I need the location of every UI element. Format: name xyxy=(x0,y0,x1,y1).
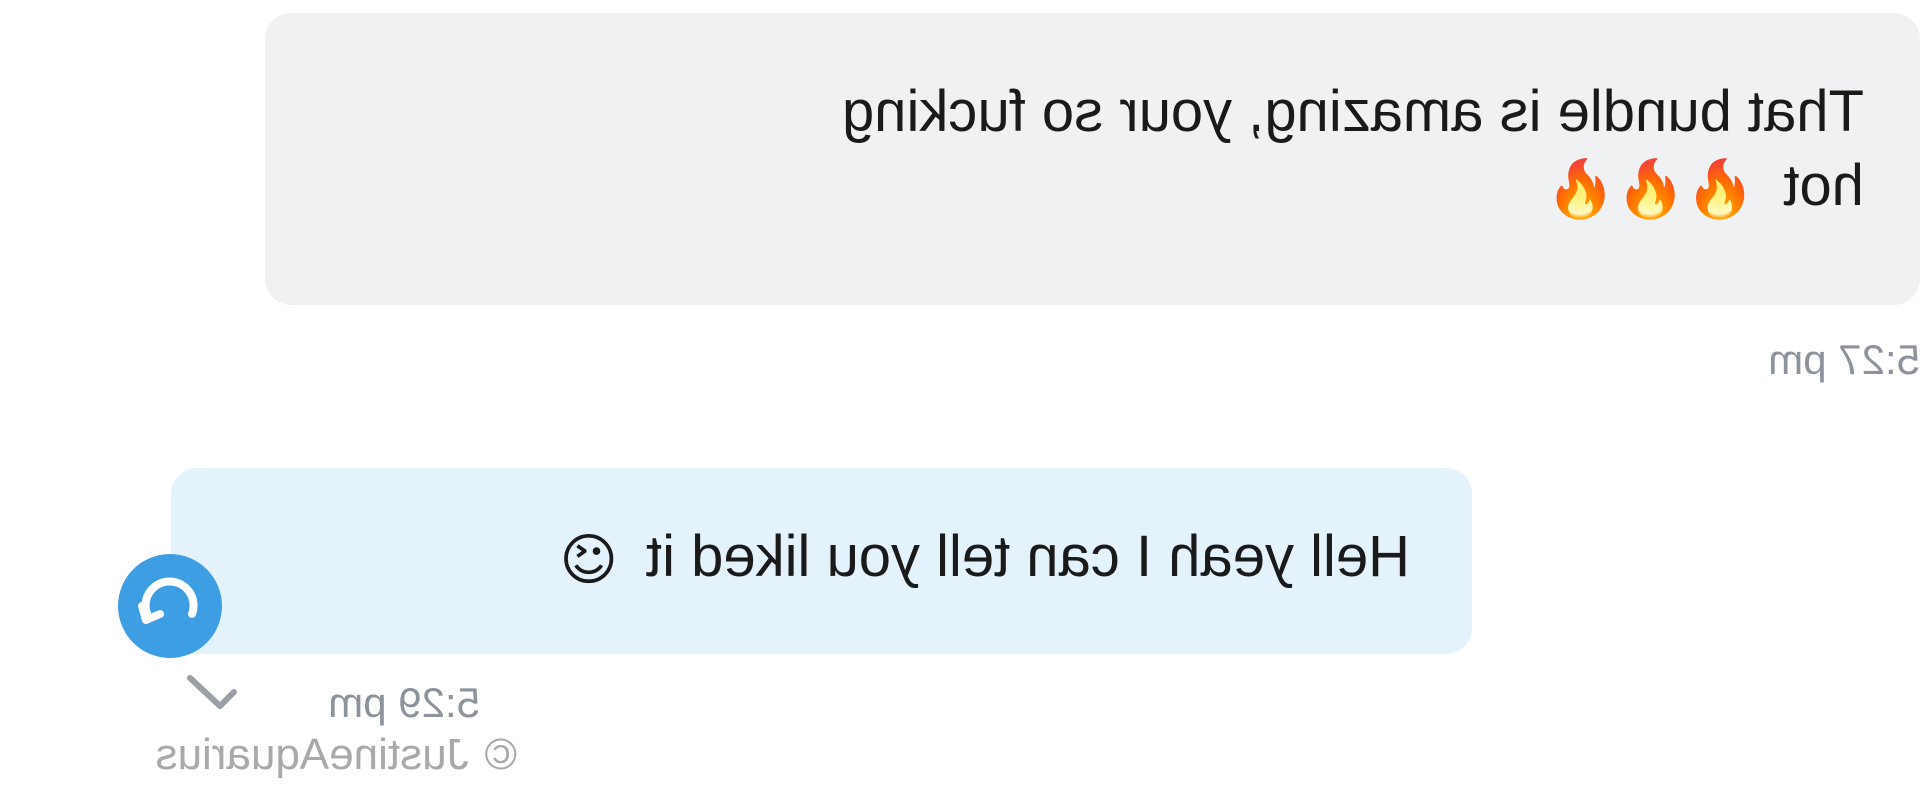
checkmark-icon xyxy=(187,675,237,709)
copyright-symbol: © xyxy=(484,730,517,779)
refresh-arrow-icon[interactable] xyxy=(118,554,222,658)
incoming-message-line-2-text: hot xyxy=(1783,153,1864,218)
chat-screen: That bundle is amazing, your so fucking … xyxy=(0,0,1920,801)
watermark: © JustineAquarius xyxy=(156,728,518,782)
incoming-message-line-1: That bundle is amazing, your so fucking xyxy=(842,79,1864,144)
wink-emoji: 😉 xyxy=(559,527,618,593)
outgoing-message-bubble[interactable]: Hell yeah I can tell you liked it 😉 xyxy=(171,468,1472,654)
mirrored-canvas: That bundle is amazing, your so fucking … xyxy=(0,0,1920,801)
incoming-message-bubble[interactable]: That bundle is amazing, your so fucking … xyxy=(265,13,1920,305)
outgoing-message-text: Hell yeah I can tell you liked it xyxy=(645,524,1410,589)
fire-emoji: 🔥🔥🔥 xyxy=(1546,156,1756,222)
incoming-timestamp: 5:27 pm xyxy=(1768,336,1920,383)
watermark-text: JustineAquarius xyxy=(155,730,469,779)
outgoing-timestamp: 5:29 pm xyxy=(328,679,480,726)
incoming-message-line-2: hot 🔥🔥🔥 xyxy=(305,149,1864,227)
